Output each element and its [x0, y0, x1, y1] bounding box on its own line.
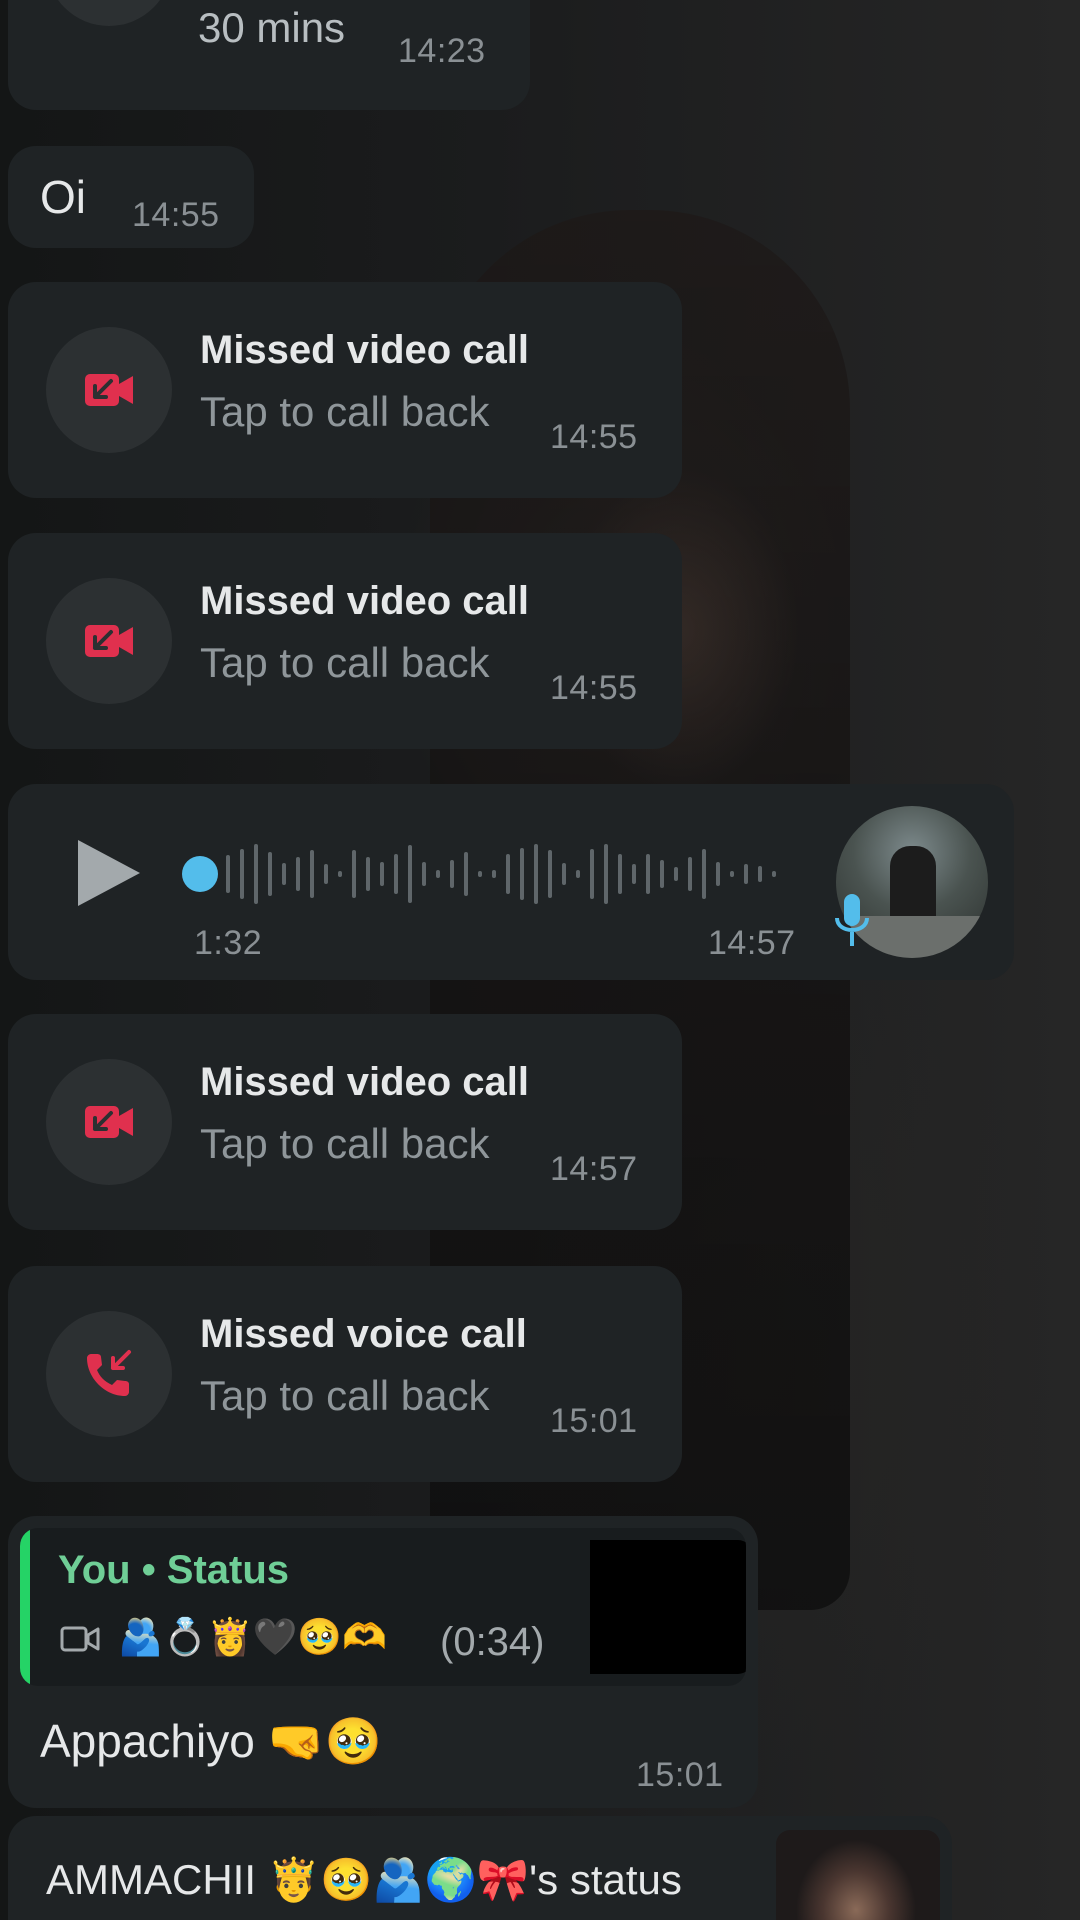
- call-icon-container: [46, 1311, 172, 1437]
- missed-call-bubble[interactable]: Missed video call Tap to call back 14:55: [8, 282, 682, 498]
- waveform-bar: [366, 857, 370, 891]
- call-icon-container: [46, 578, 172, 704]
- waveform-bar: [450, 860, 454, 888]
- waveform-bar: [576, 870, 580, 878]
- quote-author: You • Status: [58, 1548, 290, 1592]
- voice-waveform[interactable]: [174, 834, 794, 914]
- call-duration: 30 mins: [198, 4, 346, 51]
- waveform-bar: [436, 870, 440, 878]
- status-mention-bubble[interactable]: AMMACHII 🤴🥹🫂🌍🎀's status: [8, 1816, 952, 1920]
- call-bubble-top[interactable]: 30 mins 14:23: [8, 0, 530, 110]
- text-message-bubble[interactable]: Oi 14:55: [8, 146, 254, 248]
- missed-call-bubble[interactable]: Missed video call Tap to call back 14:57: [8, 1014, 682, 1230]
- chat-screen: 30 mins 14:23 Oi 14:55 Missed video call…: [0, 0, 1080, 1920]
- waveform-bar: [254, 844, 258, 904]
- quote-emojis: 🫂💍👸🖤🥹🫶: [118, 1617, 387, 1658]
- waveform-bar: [520, 848, 524, 900]
- waveform-bar: [478, 871, 482, 877]
- missed-call-bubble[interactable]: Missed voice call Tap to call back 15:01: [8, 1266, 682, 1482]
- waveform-bar: [632, 864, 636, 884]
- message-time: 15:01: [636, 1756, 724, 1794]
- missed-video-call-icon: [85, 1106, 133, 1138]
- waveform-bar: [408, 845, 412, 903]
- waveform-bar: [282, 863, 286, 885]
- voice-note-duration: 1:32: [194, 924, 263, 962]
- missed-video-call-icon: [85, 625, 133, 657]
- call-subtitle: Tap to call back: [200, 1372, 490, 1419]
- waveform-bar: [422, 862, 426, 886]
- waveform-bar: [660, 860, 664, 888]
- waveform-bar: [380, 862, 384, 886]
- message-time: 14:57: [550, 1150, 638, 1188]
- quote-accent-bar: [20, 1528, 30, 1686]
- microphone-icon: [835, 894, 869, 946]
- call-subtitle: Tap to call back: [200, 639, 490, 686]
- waveform-bar: [268, 852, 272, 896]
- waveform-bar: [590, 849, 594, 899]
- waveform-bar: [506, 854, 510, 894]
- waveform-bar: [324, 864, 328, 884]
- call-title: Missed video call: [200, 328, 530, 372]
- waveform-bar: [618, 854, 622, 894]
- message-text: Oi: [40, 171, 86, 223]
- waveform-bar: [548, 850, 552, 898]
- waveform-bar: [730, 871, 734, 877]
- video-icon: [60, 1626, 100, 1652]
- status-mention-thumbnail: [776, 1830, 940, 1920]
- waveform-bar: [310, 850, 314, 898]
- missed-call-bubble[interactable]: Missed video call Tap to call back 14:55: [8, 533, 682, 749]
- call-title: Missed voice call: [200, 1312, 527, 1356]
- call-title: Missed video call: [200, 579, 530, 623]
- waveform-bar: [534, 844, 538, 904]
- status-reply-bubble[interactable]: You • Status 🫂💍👸🖤🥹🫶 (0:34) Appachiyo 🤜🥹 …: [8, 1516, 758, 1808]
- waveform-bar: [562, 863, 566, 885]
- playback-progress-handle[interactable]: [182, 856, 218, 892]
- call-icon-container: [46, 327, 172, 453]
- message-time: 14:55: [132, 196, 220, 234]
- waveform-bar: [702, 849, 706, 899]
- missed-voice-call-icon: [87, 1350, 131, 1396]
- missed-video-call-icon: [85, 374, 133, 406]
- waveform-bar: [716, 862, 720, 886]
- waveform-bar: [646, 854, 650, 894]
- waveform-bar: [296, 857, 300, 891]
- waveform-bar: [394, 854, 398, 894]
- waveform-bar: [744, 864, 748, 884]
- status-mention-text: AMMACHII 🤴🥹🫂🌍🎀's status: [46, 1856, 682, 1903]
- call-title: Missed video call: [200, 1060, 530, 1104]
- waveform-bar: [240, 849, 244, 899]
- message-time: 14:57: [708, 924, 796, 962]
- status-thumbnail: [590, 1540, 746, 1674]
- call-subtitle: Tap to call back: [200, 388, 490, 435]
- waveform-bar: [604, 844, 608, 904]
- call-icon-container: [46, 0, 172, 26]
- waveform-bar: [492, 870, 496, 878]
- call-icon-container: [46, 1059, 172, 1185]
- message-time: 14:23: [398, 32, 486, 70]
- waveform-bar: [352, 850, 356, 898]
- waveform-bar: [688, 857, 692, 891]
- message-time: 15:01: [550, 1402, 638, 1440]
- message-time: 14:55: [550, 418, 638, 456]
- quote-duration: (0:34): [440, 1620, 545, 1664]
- call-subtitle: Tap to call back: [200, 1120, 490, 1167]
- waveform-bar: [674, 867, 678, 881]
- voice-note-bubble[interactable]: 1:32 14:57: [8, 784, 1014, 980]
- message-text: Appachiyo 🤜🥹: [40, 1715, 383, 1767]
- waveform-bar: [758, 866, 762, 882]
- quoted-status[interactable]: You • Status 🫂💍👸🖤🥹🫶 (0:34): [20, 1528, 746, 1686]
- message-time: 14:55: [550, 669, 638, 707]
- waveform-bar: [226, 855, 230, 893]
- waveform-bar: [338, 871, 342, 877]
- waveform-bar: [464, 852, 468, 896]
- waveform-bar: [772, 871, 776, 877]
- play-icon[interactable]: [74, 836, 144, 910]
